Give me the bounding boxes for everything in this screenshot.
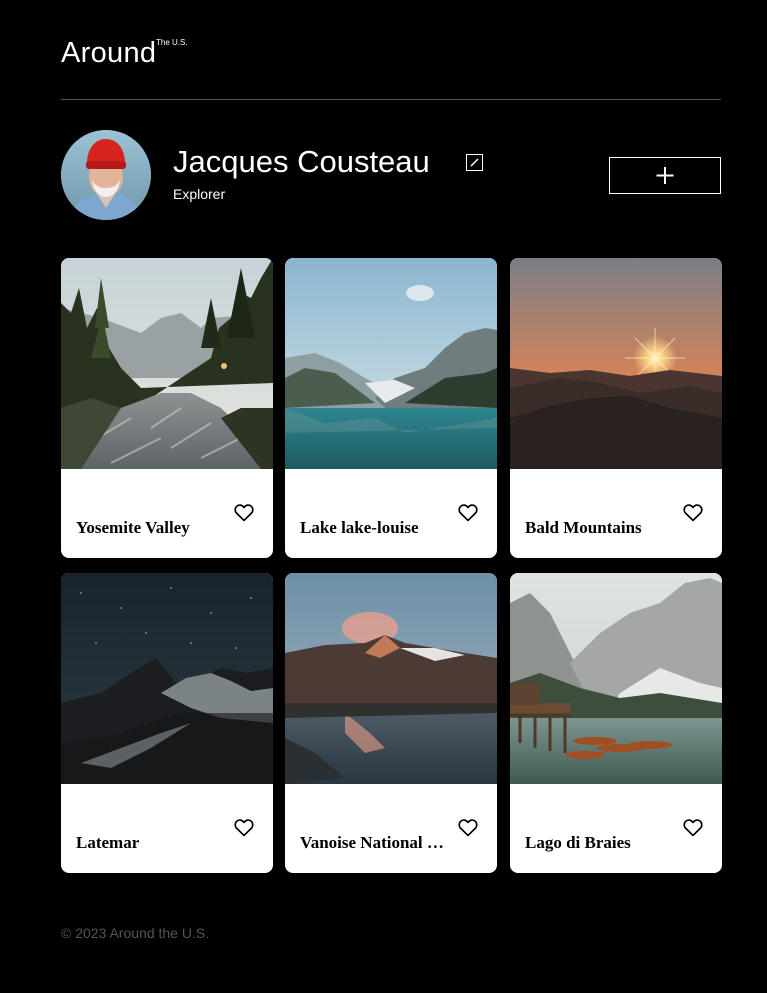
logo: Around [61,37,157,69]
footer-copyright: © 2023 Around the U.S. [61,925,210,941]
heart-icon [683,503,703,522]
edit-profile-button[interactable] [466,154,483,171]
place-card: Latemar [61,573,273,873]
site-header: Around The U.S. [61,0,721,100]
like-button[interactable] [458,818,478,837]
heart-icon [683,818,703,837]
like-button[interactable] [234,818,254,837]
card-title: Lago di Braies [525,834,631,853]
card-title: Yosemite Valley [76,519,190,538]
like-button[interactable] [234,503,254,522]
card-title: Vanoise National Park [300,834,450,853]
logo-superscript: The U.S. [156,38,188,47]
card-title: Latemar [76,834,140,853]
avatar-portrait [61,130,151,220]
place-card: Bald Mountains [510,258,722,558]
card-image[interactable] [61,258,273,469]
card-image[interactable] [510,573,722,784]
place-card: Lake lake-louise [285,258,497,558]
heart-icon [234,818,254,837]
card-image[interactable] [61,573,273,784]
heart-icon [458,818,478,837]
place-card: Vanoise National Park [285,573,497,873]
card-image[interactable] [285,573,497,784]
like-button[interactable] [683,503,703,522]
card-image[interactable] [510,258,722,469]
profile-role: Explorer [173,186,226,202]
add-place-button[interactable] [609,157,721,194]
like-button[interactable] [458,503,478,522]
profile-name: Jacques Cousteau [173,144,430,179]
avatar[interactable] [61,130,151,220]
card-title: Lake lake-louise [300,519,419,538]
card-image[interactable] [285,258,497,469]
pencil-icon [470,158,479,167]
place-card: Yosemite Valley [61,258,273,558]
plus-icon [656,167,674,184]
place-card: Lago di Braies [510,573,722,873]
heart-icon [234,503,254,522]
heart-icon [458,503,478,522]
card-title: Bald Mountains [525,519,642,538]
profile-section: Jacques Cousteau Explorer [61,130,721,220]
like-button[interactable] [683,818,703,837]
